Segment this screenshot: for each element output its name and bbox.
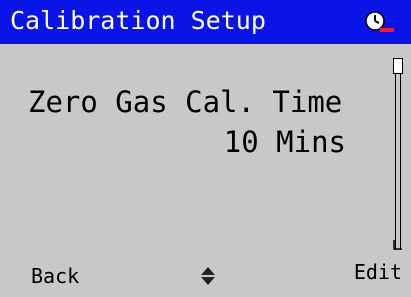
screen-title: Calibration Setup <box>10 6 266 35</box>
scroll-thumb[interactable] <box>393 58 403 74</box>
scroll-end-marker <box>393 240 402 250</box>
device-screen: Calibration Setup Zero Gas Cal. Time 10 … <box>0 0 411 297</box>
back-softkey[interactable]: Back <box>31 262 79 290</box>
edit-softkey[interactable]: Edit <box>354 258 402 286</box>
vertical-scrollbar[interactable] <box>392 58 404 250</box>
clock-alarm-icon <box>365 11 394 32</box>
up-down-arrows-icon <box>201 267 215 285</box>
parameter-name: Zero Gas Cal. Time <box>28 85 343 119</box>
scroll-track <box>395 58 401 250</box>
parameter-value[interactable]: 10 Mins <box>224 124 346 160</box>
title-bar: Calibration Setup <box>0 0 411 44</box>
